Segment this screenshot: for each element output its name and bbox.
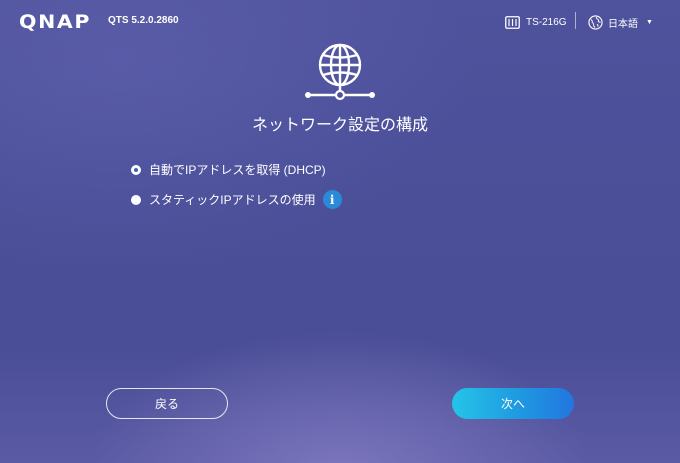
firmware-version: QTS 5.2.0.2860 (108, 15, 179, 26)
device-model: TS-216G (505, 13, 567, 31)
option-dhcp-label: 自動でIPアドレスを取得 (DHCP) (149, 163, 326, 177)
option-static-ip-label: スタティックIPアドレスの使用 (149, 193, 316, 207)
chevron-down-icon: ▼ (646, 18, 653, 26)
radio-static-ip[interactable] (131, 194, 141, 205)
language-selector[interactable]: 日本語 ▼ (588, 13, 653, 31)
language-label: 日本語 (608, 18, 638, 30)
setup-screen: QNAP QTS 5.2.0.2860 TS-216G 日本語 ▼ ネットワーク… (0, 0, 680, 463)
page-title: ネットワーク設定の構成 (251, 117, 428, 134)
model-name: TS-216G (526, 16, 567, 28)
option-static-ip[interactable]: スタティックIPアドレスの使用 i (131, 190, 342, 209)
back-button[interactable]: 戻る (106, 388, 228, 419)
option-dhcp[interactable]: 自動でIPアドレスを取得 (DHCP) (131, 161, 326, 178)
info-icon[interactable]: i (322, 190, 342, 209)
radio-dhcp[interactable] (131, 164, 141, 175)
globe-icon (588, 14, 603, 30)
next-button[interactable]: 次へ (452, 388, 574, 419)
header-divider (575, 12, 576, 29)
network-globe-icon (305, 43, 375, 101)
top-bar: QNAP QTS 5.2.0.2860 TS-216G 日本語 ▼ (0, 0, 680, 44)
nas-device-icon (505, 15, 520, 29)
qnap-logo: QNAP (19, 11, 92, 33)
